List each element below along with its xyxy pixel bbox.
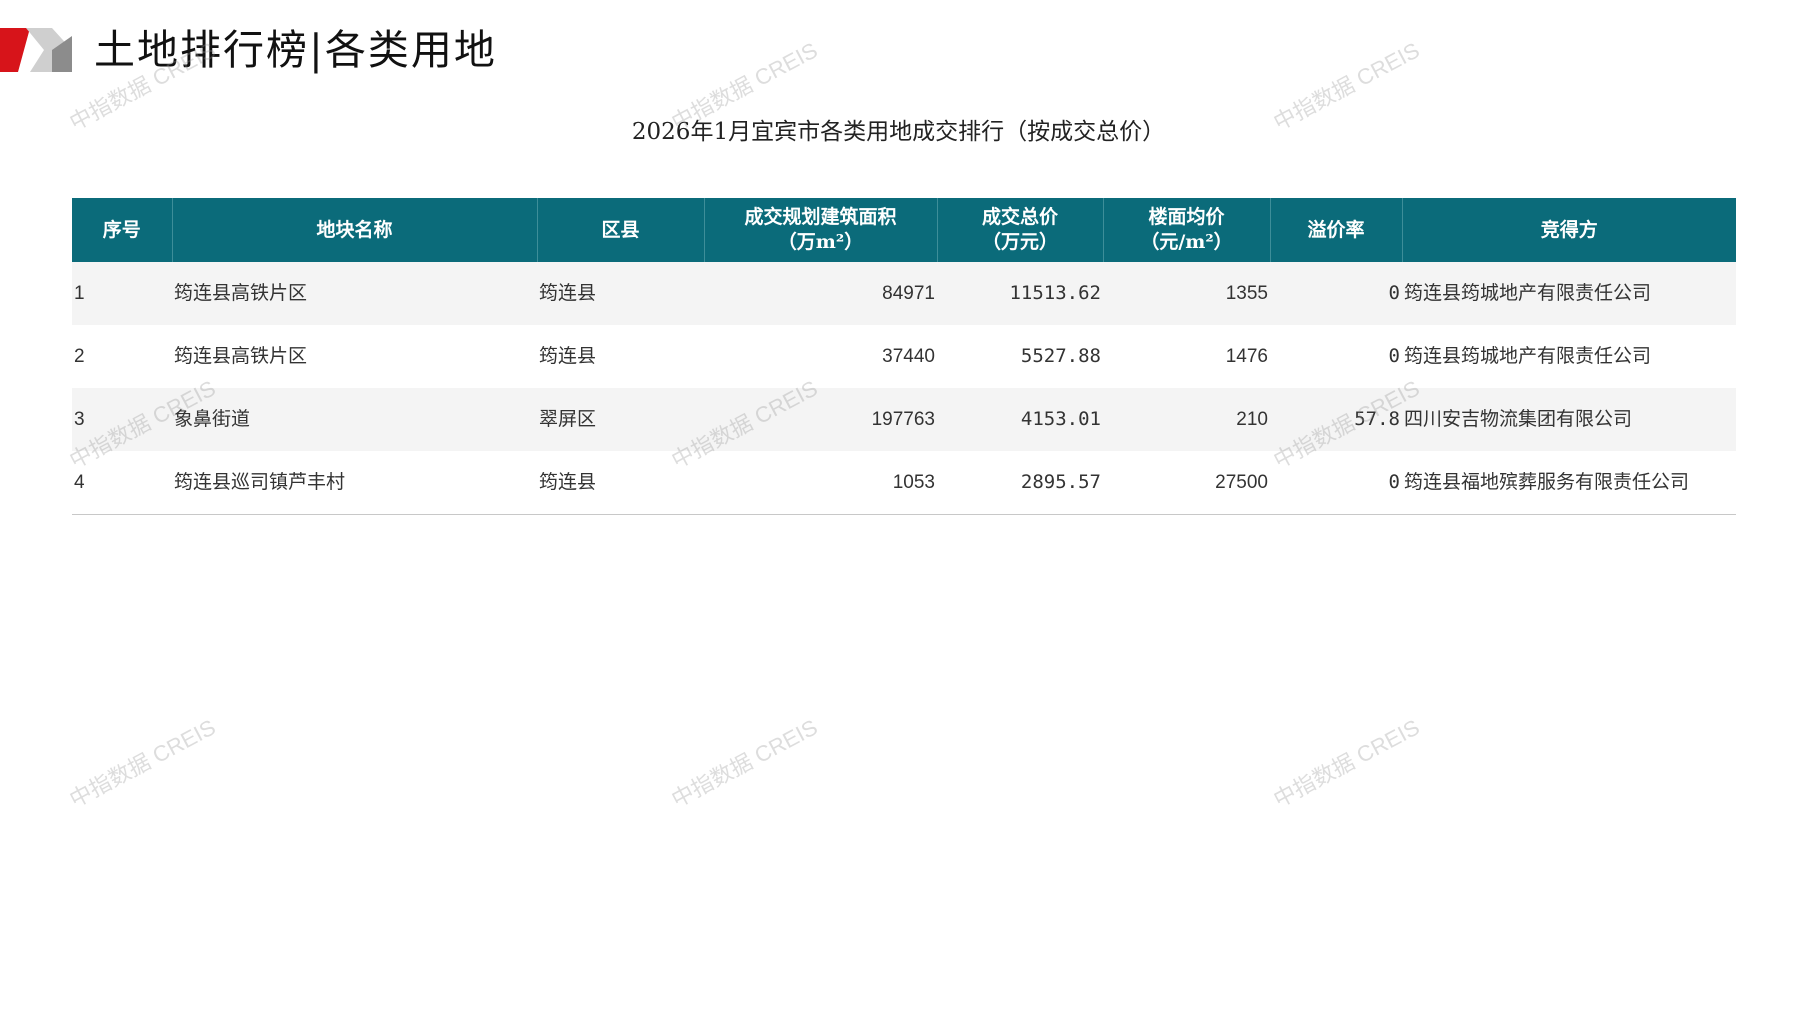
table-row: 1 筠连县高铁片区 筠连县 84971 11513.62 1355 0 筠连县筠… bbox=[72, 262, 1736, 325]
column-header-total-price: 成交总价 （万元） bbox=[937, 198, 1104, 262]
table-title: 2026年1月宜宾市各类用地成交排行（按成交总价） bbox=[631, 119, 1166, 145]
cell-area: 1053 bbox=[704, 451, 937, 515]
watermark: 中指数据 CREIS bbox=[667, 714, 822, 813]
cell-total-price: 11513.62 bbox=[937, 262, 1103, 325]
cell-floor-price: 210 bbox=[1103, 388, 1270, 451]
cell-premium: 0 bbox=[1270, 262, 1402, 325]
cell-district: 翠屏区 bbox=[537, 388, 704, 451]
cell-area: 84971 bbox=[704, 262, 937, 325]
watermark: 中指数据 CREIS bbox=[1269, 714, 1424, 813]
cell-name: 筠连县高铁片区 bbox=[172, 262, 537, 325]
cell-floor-price: 1355 bbox=[1103, 262, 1270, 325]
column-header-area: 成交规划建筑面积 （万m²） bbox=[704, 198, 938, 262]
table-row: 3 象鼻街道 翠屏区 197763 4153.01 210 57.8 四川安吉物… bbox=[72, 388, 1736, 451]
cell-premium: 0 bbox=[1270, 325, 1402, 388]
cell-buyer: 筠连县福地殡葬服务有限责任公司 bbox=[1402, 451, 1736, 515]
cell-district: 筠连县 bbox=[537, 451, 704, 515]
cell-index: 2 bbox=[72, 325, 172, 388]
cell-area: 197763 bbox=[704, 388, 937, 451]
cell-premium: 57.8 bbox=[1270, 388, 1402, 451]
cell-premium: 0 bbox=[1270, 451, 1402, 515]
cell-index: 3 bbox=[72, 388, 172, 451]
table-row: 4 筠连县巡司镇芦丰村 筠连县 1053 2895.57 27500 0 筠连县… bbox=[72, 451, 1736, 515]
column-header-district: 区县 bbox=[537, 198, 705, 262]
page-title: 土地排行榜|各类用地 bbox=[94, 26, 497, 74]
ranking-table: 序号 地块名称 区县 成交规划建筑面积 （万m²） 成交总价 （万元） 楼面均价 （元… bbox=[72, 198, 1736, 515]
cell-index: 4 bbox=[72, 451, 172, 515]
column-header-floor-price: 楼面均价 （元/m²） bbox=[1103, 198, 1271, 262]
cell-buyer: 四川安吉物流集团有限公司 bbox=[1402, 388, 1736, 451]
cell-area: 37440 bbox=[704, 325, 937, 388]
brand-logo-icon bbox=[0, 28, 72, 72]
cell-floor-price: 27500 bbox=[1103, 451, 1270, 515]
cell-name: 筠连县高铁片区 bbox=[172, 325, 537, 388]
cell-name: 筠连县巡司镇芦丰村 bbox=[172, 451, 537, 515]
cell-name: 象鼻街道 bbox=[172, 388, 537, 451]
cell-total-price: 5527.88 bbox=[937, 325, 1103, 388]
cell-district: 筠连县 bbox=[537, 262, 704, 325]
column-header-premium: 溢价率 bbox=[1270, 198, 1403, 262]
cell-index: 1 bbox=[72, 262, 172, 325]
cell-total-price: 4153.01 bbox=[937, 388, 1103, 451]
watermark: 中指数据 CREIS bbox=[65, 714, 220, 813]
cell-buyer: 筠连县筠城地产有限责任公司 bbox=[1402, 262, 1736, 325]
cell-district: 筠连县 bbox=[537, 325, 704, 388]
cell-buyer: 筠连县筠城地产有限责任公司 bbox=[1402, 325, 1736, 388]
table-header-row: 序号 地块名称 区县 成交规划建筑面积 （万m²） 成交总价 （万元） 楼面均价 （元… bbox=[72, 198, 1736, 262]
column-header-buyer: 竞得方 bbox=[1402, 198, 1736, 262]
column-header-name: 地块名称 bbox=[172, 198, 538, 262]
cell-floor-price: 1476 bbox=[1103, 325, 1270, 388]
cell-total-price: 2895.57 bbox=[937, 451, 1103, 515]
column-header-index: 序号 bbox=[72, 198, 173, 262]
table-row: 2 筠连县高铁片区 筠连县 37440 5527.88 1476 0 筠连县筠城… bbox=[72, 325, 1736, 388]
